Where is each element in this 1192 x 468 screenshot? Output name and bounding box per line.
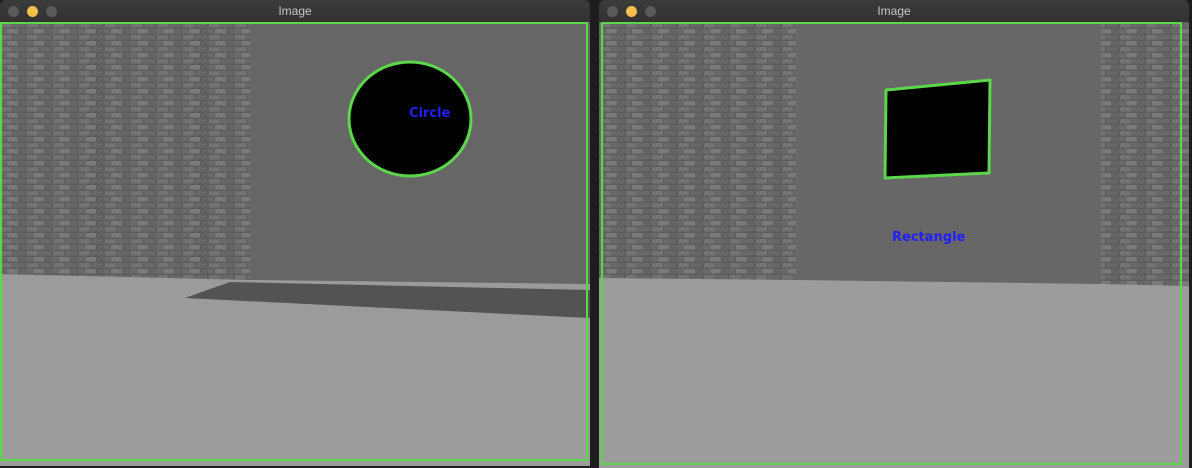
window-title: Image bbox=[877, 4, 911, 18]
shape-label: Circle bbox=[409, 106, 451, 121]
detected-rectangle-contour bbox=[883, 78, 992, 180]
brick-wall-left bbox=[599, 22, 796, 280]
shape-label: Rectangle bbox=[892, 230, 966, 245]
brick-wall-right bbox=[1101, 22, 1189, 286]
image-window-right[interactable]: Image Rectangle bbox=[599, 0, 1189, 468]
image-canvas bbox=[599, 22, 1189, 468]
brick-wall bbox=[0, 22, 250, 280]
desktop: Image Circle Image Rectangle bbox=[0, 0, 1192, 468]
floor bbox=[599, 278, 1189, 468]
image-window-left[interactable]: Image Circle bbox=[0, 0, 590, 466]
window-title: Image bbox=[278, 4, 312, 18]
title-bar[interactable]: Image bbox=[0, 0, 590, 23]
image-canvas bbox=[0, 22, 590, 466]
title-bar[interactable]: Image bbox=[599, 0, 1189, 23]
